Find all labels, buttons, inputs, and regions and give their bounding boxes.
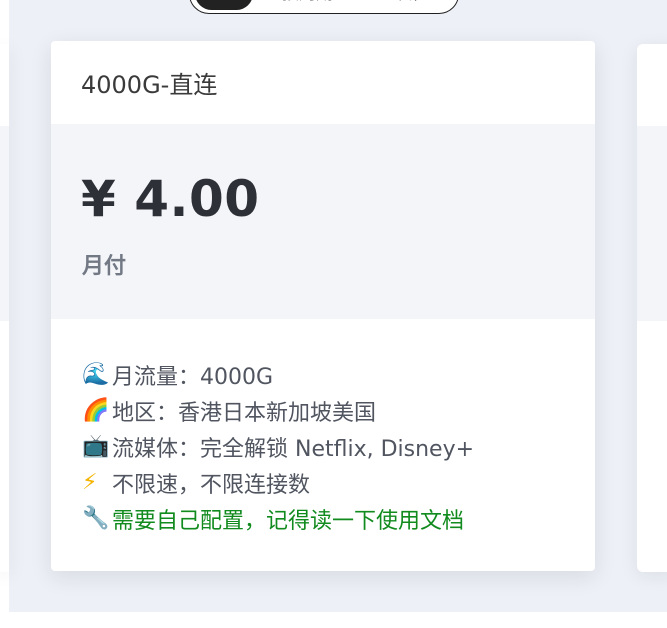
- feature-text: 地区：香港日本新加坡美国: [112, 401, 377, 426]
- feature-text: 月流量：4000G: [112, 365, 274, 390]
- feature-regions: 🌈 地区：香港日本新加坡美国: [82, 393, 595, 429]
- previous-plan-price-block: [0, 126, 9, 321]
- filter-tab-all[interactable]: 全部: [195, 0, 253, 10]
- plan-price: ¥ 4.00: [81, 170, 260, 228]
- feature-text: 不限速，不限连接数: [112, 473, 311, 498]
- feature-text: 需要自己配置，记得读一下使用文档: [112, 509, 465, 534]
- lightning-icon: ⚡: [82, 470, 98, 495]
- wrench-icon: 🔧: [82, 506, 110, 531]
- filter-tab-one-time[interactable]: 一次性: [378, 0, 429, 13]
- plan-feature-list: 🌊 月流量：4000G 🌈 地区：香港日本新加坡美国 📺 流媒体：完全解锁 Ne…: [51, 319, 595, 537]
- next-plan-card[interactable]: [637, 44, 667, 572]
- filter-tab-by-period[interactable]: 按周期: [282, 0, 333, 13]
- feature-streaming: 📺 流媒体：完全解锁 Netflix, Disney+: [82, 429, 595, 465]
- plan-price-block: ¥ 4.00 月付: [51, 124, 595, 319]
- feature-speed: ⚡ 不限速，不限连接数: [82, 465, 595, 501]
- feature-text: 流媒体：完全解锁 Netflix, Disney+: [112, 437, 475, 462]
- feature-monthly-traffic: 🌊 月流量：4000G: [82, 357, 595, 393]
- rainbow-icon: 🌈: [82, 398, 110, 423]
- plan-filter-segmented-control: 全部 按周期 一次性: [189, 0, 459, 14]
- feature-setup-note: 🔧 需要自己配置，记得读一下使用文档: [82, 501, 595, 537]
- previous-plan-card[interactable]: [0, 44, 9, 572]
- plan-title: 4000G-直连: [81, 71, 218, 99]
- plan-billing-period: 月付: [82, 254, 127, 279]
- tv-icon: 📺: [82, 434, 110, 459]
- wave-icon: 🌊: [82, 362, 110, 387]
- bottom-page-edge: [0, 612, 667, 628]
- plan-card[interactable]: 4000G-直连 ¥ 4.00 月付 🌊 月流量：4000G 🌈 地区：香港日本…: [51, 41, 595, 571]
- next-plan-price-block: [637, 126, 667, 321]
